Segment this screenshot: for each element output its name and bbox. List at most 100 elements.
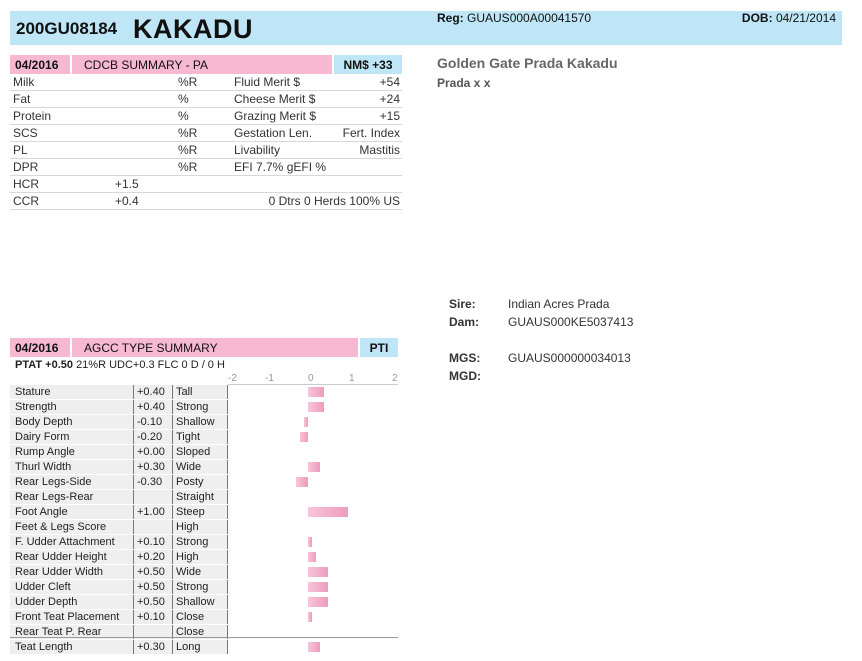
pti-label: PTI [360, 338, 398, 357]
ptat-label: PTAT [15, 359, 43, 371]
mgd-label: MGD: [449, 369, 481, 383]
cdcb-value: +1.5 [115, 177, 139, 191]
column-separator [227, 415, 228, 429]
type-trait-value: +0.50 [137, 566, 165, 578]
type-trait-value: +0.00 [137, 446, 165, 458]
type-trait-name: Rear Legs-Rear [15, 491, 94, 503]
cdcb-row: Milk %R Fluid Merit $ +54 [10, 74, 402, 91]
column-separator [227, 430, 228, 444]
mgs-value: GUAUS000000034013 [508, 351, 631, 365]
trait-bar [308, 597, 328, 607]
cdcb-unit: %R [178, 143, 198, 157]
trait-plot-area [228, 475, 398, 489]
cdcb-merit-value: Fert. Index [342, 126, 400, 140]
column-separator [172, 595, 173, 609]
reg-number: Reg: GUAUS000A00041570 [437, 11, 591, 25]
column-separator [172, 610, 173, 624]
type-trait-value: +0.10 [137, 536, 165, 548]
column-separator [227, 640, 228, 654]
type-trait-desc: Close [176, 611, 205, 623]
type-trait-name: F. Udder Attachment [15, 536, 115, 548]
cdcb-unit: %R [178, 75, 198, 89]
type-trait-value: -0.10 [137, 416, 163, 428]
type-trait-row: Rear Udder Width +0.50 Wide [10, 565, 398, 580]
column-separator [227, 490, 228, 504]
column-separator [172, 640, 173, 654]
trait-plot-area [228, 535, 398, 549]
type-trait-desc: Tight [176, 431, 201, 443]
type-trait-desc: Strong [176, 536, 209, 548]
trait-bar [304, 417, 308, 427]
type-trait-row: Foot Angle +1.00 Steep [10, 505, 398, 520]
scale-tick-0: 0 [308, 373, 314, 384]
type-trait-value: -0.30 [137, 476, 163, 488]
column-separator [172, 580, 173, 594]
column-separator [172, 565, 173, 579]
type-trait-desc: Wide [176, 566, 202, 578]
type-trait-value: -0.20 [137, 431, 163, 443]
trait-plot-area [228, 610, 398, 624]
column-separator [227, 475, 228, 489]
cdcb-trait: Milk [13, 75, 35, 89]
mgs-label: MGS: [449, 351, 481, 365]
sire-row: Sire: [449, 297, 476, 311]
type-trait-name: Foot Angle [15, 506, 68, 518]
type-trait-row: Rear Udder Height +0.20 High [10, 550, 398, 565]
cdcb-title: CDCB SUMMARY - PA [72, 55, 332, 74]
column-separator [133, 475, 134, 489]
column-separator [172, 550, 173, 564]
column-separator [133, 490, 134, 504]
type-trait-name: Teat Length [15, 641, 73, 653]
type-trait-row: Stature +0.40 Tall [10, 385, 398, 400]
bull-pedigree-short: Prada x x [437, 76, 491, 90]
column-separator [227, 385, 228, 399]
type-trait-row: Dairy Form -0.20 Tight [10, 430, 398, 445]
column-separator [133, 505, 134, 519]
type-trait-row: Rump Angle +0.00 Sloped [10, 445, 398, 460]
cdcb-merit-label: Gestation Len. [234, 126, 313, 140]
column-separator [172, 490, 173, 504]
column-separator [172, 475, 173, 489]
column-separator [133, 610, 134, 624]
type-trait-value: +1.00 [137, 506, 165, 518]
animal-name: KAKADU [133, 14, 253, 44]
column-separator [172, 415, 173, 429]
scale-tick-neg1: -1 [265, 373, 274, 384]
cdcb-merit-value: Mastitis [359, 143, 400, 157]
type-trait-name: Udder Depth [15, 596, 78, 608]
trait-bar [308, 387, 324, 397]
type-trait-desc: Strong [176, 401, 209, 413]
column-separator [133, 595, 134, 609]
column-separator [133, 535, 134, 549]
column-separator [172, 460, 173, 474]
cdcb-unit: % [178, 109, 189, 123]
type-trait-row: Udder Cleft +0.50 Strong [10, 580, 398, 595]
trait-plot-area [228, 520, 398, 534]
cdcb-merit-value: +15 [379, 109, 400, 123]
column-separator [133, 460, 134, 474]
trait-bar [308, 552, 316, 562]
cdcb-merit-label: EFI 7.7% gEFI % [234, 160, 327, 174]
trait-bar [308, 537, 312, 547]
trait-plot-area [228, 430, 398, 444]
trait-bar [308, 507, 348, 517]
type-trait-desc: Strong [176, 581, 209, 593]
type-trait-value: +0.50 [137, 581, 165, 593]
trait-plot-area [228, 445, 398, 459]
cdcb-value: +0.4 [115, 194, 139, 208]
dam-label: Dam: [449, 315, 480, 329]
date-of-birth: DOB: 04/21/2014 [742, 11, 836, 25]
cdcb-row: Fat% Cheese Merit $ +24 [10, 91, 402, 108]
type-trait-row: Feet & Legs Score High [10, 520, 398, 535]
column-separator [133, 400, 134, 414]
column-separator [172, 445, 173, 459]
type-trait-value: +0.50 [137, 596, 165, 608]
cdcb-trait: HCR [13, 177, 39, 191]
type-trait-value: +0.40 [137, 386, 165, 398]
column-separator [172, 400, 173, 414]
cdcb-row: DPR %R EFI 7.7% gEFI % [10, 159, 402, 176]
column-separator [172, 505, 173, 519]
type-trait-name: Body Depth [15, 416, 73, 428]
cdcb-merit-label: Cheese Merit $ [234, 92, 316, 106]
cdcb-merit-label: Livability [234, 143, 281, 157]
